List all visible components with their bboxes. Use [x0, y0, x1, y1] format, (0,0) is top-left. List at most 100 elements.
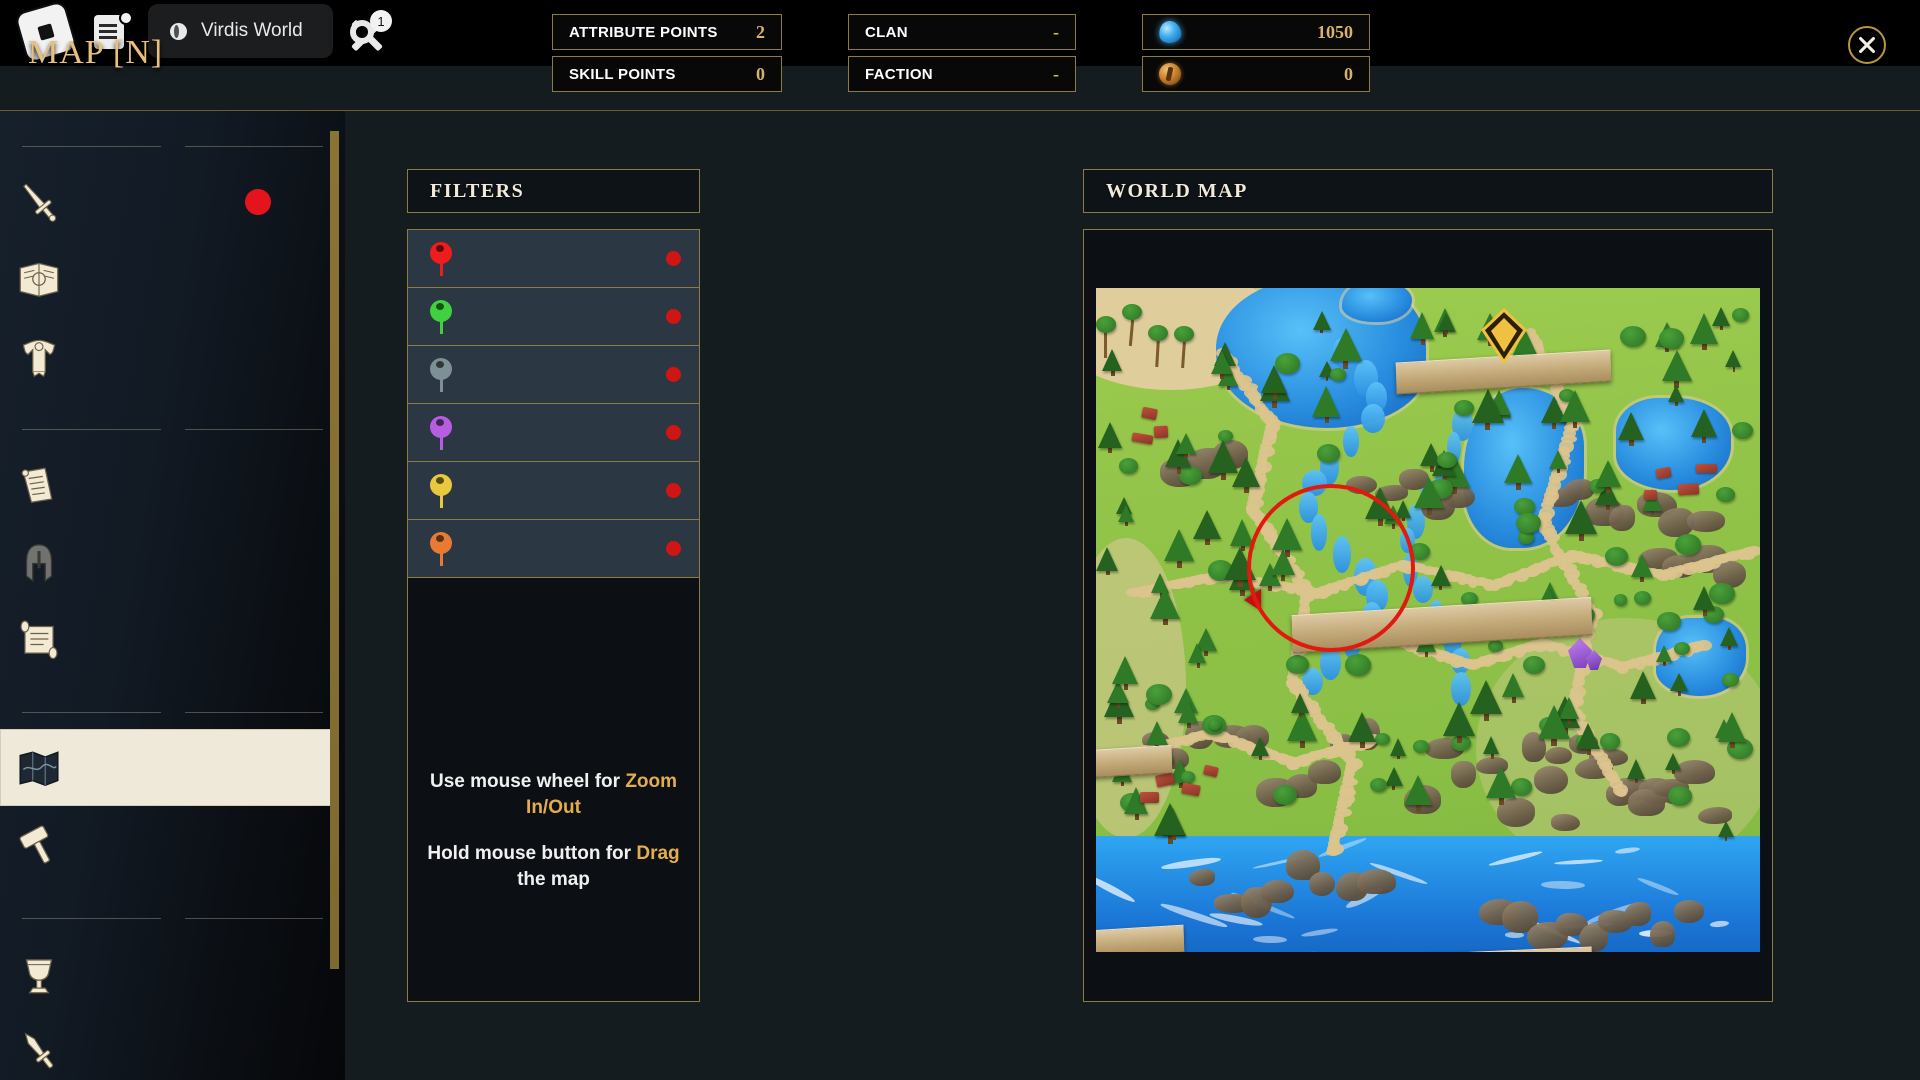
section-rule-left	[22, 917, 161, 919]
filter-row-towns[interactable]	[408, 520, 699, 578]
section-rule-left	[22, 428, 161, 430]
points-stats-group: ATTRIBUTE POINTS 2 SKILL POINTS 0	[552, 14, 782, 92]
map-icon	[19, 750, 59, 786]
map-icon	[8, 740, 70, 796]
filter-toggle-dot[interactable]	[666, 483, 681, 498]
currency-stats-group: 1050 0	[1142, 14, 1370, 92]
world-map-header-label: WORLD MAP	[1106, 179, 1248, 202]
banner-ribbon	[1096, 744, 1173, 780]
map-pin-icon	[430, 357, 452, 392]
gem-icon	[1157, 19, 1183, 45]
skill-points-value: 0	[756, 63, 765, 84]
world-name-label: Virdis World	[201, 20, 303, 41]
hammer-icon	[19, 825, 50, 863]
page-title: MAP [N]	[28, 34, 164, 71]
faction-value: -	[1053, 63, 1059, 84]
sidebar-item-forge-list[interactable]	[0, 806, 345, 883]
sidebar-item-seasonal-pass[interactable]	[0, 1012, 345, 1080]
world-map-panel: WORLD MAP	[1083, 169, 1773, 1002]
sidebar-section-combat	[0, 129, 345, 163]
spellbook-icon	[8, 251, 70, 307]
filter-toggle-dot[interactable]	[666, 541, 681, 556]
selection-circle	[1247, 484, 1415, 652]
filter-row-quests[interactable]	[408, 462, 699, 520]
dagger-icon	[24, 1032, 54, 1068]
attribute-points-label: ATTRIBUTE POINTS	[569, 23, 718, 41]
close-icon[interactable]	[1848, 26, 1886, 64]
scroll-icon	[21, 467, 53, 503]
armor-icon	[22, 339, 56, 377]
filter-toggle-dot[interactable]	[666, 309, 681, 324]
map-tips: Use mouse wheel for Zoom In/Out Hold mou…	[408, 769, 699, 913]
gems-value: 1050	[1317, 21, 1353, 42]
sidebar-item-leaderboard[interactable]	[0, 600, 345, 677]
map-pin-icon	[430, 241, 452, 276]
chalice-icon	[8, 946, 70, 1002]
tip-highlight: Drag	[636, 843, 680, 864]
clan-value: -	[1053, 21, 1059, 42]
sidebar-section-social	[0, 412, 345, 446]
world-map-viewport[interactable]	[1096, 288, 1760, 952]
chevron-marker-icon[interactable]	[1481, 307, 1527, 365]
org-stats-group: CLAN - FACTION -	[848, 14, 1076, 92]
hammer-icon	[8, 817, 70, 873]
dagger-icon	[8, 1023, 70, 1079]
coins-value: 0	[1344, 63, 1353, 84]
sidebar-item-faction	[0, 523, 345, 600]
filter-row-pvp-zones[interactable]	[408, 404, 699, 462]
sword-icon	[8, 174, 70, 230]
tip-highlight: Zoom In/Out	[526, 771, 678, 818]
scroll-icon	[8, 457, 70, 513]
skill-points-pill: SKILL POINTS 0	[552, 56, 782, 92]
filters-header: FILTERS	[407, 169, 700, 213]
sidebar-item-clan[interactable]	[0, 446, 345, 523]
tip-drag: Hold mouse button for Drag the map	[427, 843, 680, 890]
spellbook-icon	[19, 262, 59, 297]
map-pin-icon	[430, 415, 452, 450]
banner-ribbon	[1096, 924, 1185, 952]
alert-badge-icon	[245, 188, 271, 215]
map-pin-icon	[430, 299, 452, 334]
sidebar-section-rewards	[0, 901, 345, 935]
armor-icon	[8, 328, 70, 384]
section-rule-right	[184, 711, 323, 713]
map-region-banner	[1096, 450, 1188, 474]
sidebar-item-skills[interactable]	[0, 240, 345, 317]
filter-row-harvest[interactable]	[408, 346, 699, 404]
map-pin-icon	[430, 531, 452, 566]
clan-label: CLAN	[865, 23, 908, 41]
sidebar-item-achievements[interactable]	[0, 935, 345, 1012]
close-x-glyph	[1859, 37, 1875, 53]
gear-badge: 1	[370, 10, 392, 32]
section-rule-right	[184, 917, 323, 919]
map-region-banner	[1096, 744, 1173, 780]
sidebar-item-map-n[interactable]	[0, 729, 338, 806]
gems-pill: 1050	[1142, 14, 1370, 50]
sidebar-item-trait[interactable]	[0, 317, 345, 394]
gear-icon[interactable]: 1	[348, 10, 392, 50]
faction-pill: FACTION -	[848, 56, 1076, 92]
map-pin-icon	[430, 473, 452, 508]
helmet-icon	[8, 534, 70, 590]
scroll-list-icon	[8, 611, 70, 667]
sidebar-scrollbar[interactable]	[330, 131, 339, 969]
sword-icon	[22, 182, 57, 222]
sidebar-item-attributes[interactable]	[0, 163, 345, 240]
coins-pill: 0	[1142, 56, 1370, 92]
sidebar-section-utility	[0, 695, 345, 729]
coin-icon	[1159, 63, 1181, 85]
filter-toggle-dot[interactable]	[666, 251, 681, 266]
filter-row-checkpoints[interactable]	[408, 288, 699, 346]
game-ui-root: Virdis World 1 ATTRIBUTE POINTS 2 SKILL …	[0, 0, 1920, 1080]
section-rule-right	[184, 428, 323, 430]
filters-header-label: FILTERS	[430, 179, 525, 202]
world-name-chip[interactable]: Virdis World	[148, 4, 333, 58]
sidebar-scrollbar-thumb[interactable]	[330, 131, 339, 969]
world-map-header: WORLD MAP	[1083, 169, 1773, 213]
filter-toggle-dot[interactable]	[666, 425, 681, 440]
filter-row-bosses[interactable]	[408, 230, 699, 288]
chevron-marker-glyph	[1481, 307, 1527, 365]
filters-panel: FILTERS Use mouse wheel for Zoom In/Out …	[407, 169, 700, 1002]
filter-toggle-dot[interactable]	[666, 367, 681, 382]
section-rule-right	[184, 145, 323, 147]
